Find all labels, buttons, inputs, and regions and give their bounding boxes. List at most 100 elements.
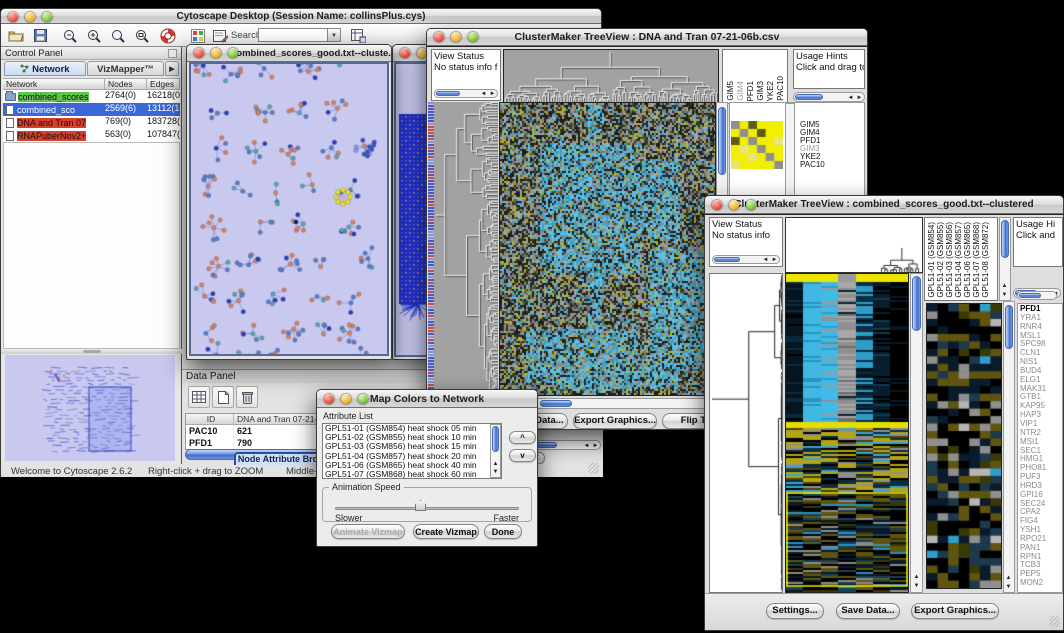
birdseye-overview[interactable] — [5, 355, 175, 461]
tv2-row-dendrogram[interactable] — [709, 273, 783, 593]
export-graphics-button[interactable]: Export Graphics... — [573, 413, 657, 429]
open-folder-icon[interactable] — [7, 27, 25, 44]
minimize-icon[interactable] — [451, 32, 461, 42]
settings-button[interactable]: Settings... — [766, 603, 824, 619]
view-status-hscrollbar[interactable]: ◄► — [434, 89, 498, 98]
column-label[interactable]: PAC10 — [776, 76, 785, 101]
tv1-row-labels[interactable]: GIM5GIM4PFD1GIM3YKE2PAC10 — [800, 121, 825, 169]
tab-overflow-arrow[interactable]: ▶ — [165, 61, 179, 76]
zoom-window-icon[interactable] — [358, 394, 368, 404]
move-up-button[interactable]: ^ — [509, 431, 536, 444]
zoom-out-icon[interactable] — [61, 27, 79, 44]
close-icon[interactable] — [8, 12, 18, 22]
close-icon[interactable] — [324, 394, 334, 404]
attribute-list-vscrollbar[interactable]: ▲▼ — [490, 424, 501, 478]
view-status-hscrollbar[interactable]: ◄► — [712, 255, 780, 264]
tv1-zoom-heatmap[interactable] — [731, 121, 783, 169]
column-label[interactable]: PFD1 — [746, 81, 755, 101]
close-icon[interactable] — [194, 48, 204, 58]
attribute-table-icon[interactable] — [349, 27, 367, 44]
network-canvas[interactable] — [189, 62, 389, 356]
network-titlebar[interactable]: combined_scores_good.txt--cluste... — [187, 45, 391, 62]
attribute-list-item[interactable]: GPL51-07 (GSM868) heat shock 60 min — [323, 470, 501, 479]
main-titlebar[interactable]: Cytoscape Desktop (Session Name: collins… — [1, 9, 601, 24]
tv1-column-labels[interactable]: GIM5GIM4PFD1GIM3YKE2PAC10 — [722, 49, 788, 104]
resize-grip[interactable] — [1049, 616, 1060, 627]
network-list-item[interactable]: combined_scores2764(0)16218(0) — [3, 90, 180, 103]
gene-label[interactable]: MON2 — [1020, 579, 1062, 588]
save-icon[interactable] — [31, 27, 49, 44]
zoom-in-icon[interactable] — [85, 27, 103, 44]
minimize-icon[interactable] — [25, 12, 35, 22]
search-dropdown-icon[interactable]: ▼ — [328, 28, 341, 42]
col-edges[interactable]: Edges — [147, 78, 180, 90]
column-label[interactable]: GIM3 — [756, 81, 765, 101]
tv1-titlebar[interactable]: ClusterMaker TreeView : DNA and Tran 07-… — [427, 29, 867, 46]
close-icon[interactable] — [712, 200, 722, 210]
close-icon[interactable] — [434, 32, 444, 42]
panel-splitter[interactable] — [1, 349, 182, 354]
gene-list-hscrollbar[interactable] — [1017, 291, 1057, 300]
tv2-column-dendrogram[interactable] — [785, 217, 923, 273]
search-input[interactable] — [258, 28, 328, 42]
tab-vizmapper[interactable]: VizMapper™ — [87, 61, 164, 76]
tv2-titlebar[interactable]: ClusterMaker TreeView : combined_scores_… — [705, 196, 1063, 214]
resize-grip[interactable] — [588, 463, 599, 474]
column-label[interactable]: GIM5 — [726, 81, 735, 101]
tv1-column-dendrogram[interactable] — [503, 49, 719, 104]
tv2-zoom-heatmap[interactable] — [926, 303, 1002, 589]
minimize-icon[interactable] — [729, 200, 739, 210]
tv1-usage-hscrollbar[interactable]: ◄► — [793, 92, 865, 102]
network-list-item[interactable]: combined_sco2569(6)13112(15) — [3, 103, 180, 116]
column-label[interactable]: GPL51-01 (GSM854) — [927, 222, 936, 298]
minimize-icon[interactable] — [211, 48, 221, 58]
tv2-column-labels[interactable]: GPL51-01 (GSM854)GPL51-02 (GSM855)GPL51-… — [924, 217, 998, 301]
column-label[interactable]: GPL51-04 (GSM857) — [954, 222, 963, 298]
save-data-button[interactable]: Save Data... — [836, 603, 900, 619]
tab-network[interactable]: Network — [4, 61, 86, 76]
zoom-fit-icon[interactable] — [109, 27, 127, 44]
column-label[interactable]: GIM4 — [736, 81, 745, 101]
column-label[interactable]: YKE2 — [766, 81, 775, 101]
row-label[interactable]: PAC10 — [800, 161, 825, 169]
column-label[interactable]: GPL51-06 (GSM865) — [963, 222, 972, 298]
tv2-collabels-vscrollbar[interactable]: ▲▼ — [999, 217, 1011, 301]
animate-vizmap-button[interactable]: Animate Vizmap — [331, 524, 405, 539]
create-vizmap-button[interactable]: Create Vizmap — [413, 524, 479, 539]
speed-slider-thumb[interactable] — [415, 500, 426, 511]
column-label[interactable]: GPL51-03 (GSM856) — [945, 222, 954, 298]
speed-slider-track[interactable] — [335, 507, 519, 510]
minimize-icon[interactable] — [341, 394, 351, 404]
col-network[interactable]: Network — [3, 78, 105, 90]
zoom-window-icon[interactable] — [468, 32, 478, 42]
annotation-form-icon[interactable] — [211, 27, 229, 44]
id-column-header[interactable]: ID — [186, 414, 234, 424]
tv1-row-dendrogram[interactable] — [434, 102, 498, 394]
dialog-titlebar[interactable]: Map Colors to Network — [317, 390, 537, 408]
network-list-item[interactable]: RNAPuberNov2+563(0)107847(0) — [3, 129, 180, 142]
column-label[interactable]: GPL51-08 (GSM872) — [981, 222, 990, 298]
tv2-global-heatmap[interactable] — [785, 273, 909, 593]
zoom-window-icon[interactable] — [42, 12, 52, 22]
zoom-window-icon[interactable] — [228, 48, 238, 58]
float-panel-icon[interactable] — [168, 49, 177, 58]
network-list-item[interactable]: DNA and Tran 07769(0)183728(0) — [3, 116, 180, 129]
help-lifesaver-icon[interactable] — [159, 27, 177, 44]
side-hscrollbar[interactable]: ◄► — [529, 440, 601, 450]
window-controls[interactable] — [8, 12, 52, 22]
done-button[interactable]: Done — [484, 524, 522, 539]
column-label[interactable]: GPL51-02 (GSM855) — [936, 222, 945, 298]
vizmapper-grid-icon[interactable] — [189, 27, 207, 44]
col-nodes[interactable]: Nodes — [105, 78, 147, 90]
tv1-global-heatmap[interactable] — [499, 102, 716, 396]
delete-attribute-trash-icon[interactable] — [236, 386, 258, 408]
column-label[interactable]: GPL51-07 (GSM868) — [972, 222, 981, 298]
attribute-select-icon[interactable] — [188, 386, 210, 408]
export-graphics-button[interactable]: Export Graphics... — [911, 603, 999, 619]
new-attribute-icon[interactable] — [212, 386, 234, 408]
move-down-button[interactable]: v — [509, 449, 536, 462]
close-icon[interactable] — [400, 48, 410, 58]
tv2-gene-labels-panel[interactable]: PFD1YRA1RNR4MSL1SPC98CLN1NIS1BUD4ELG1MAK… — [1017, 303, 1063, 593]
tv2-heatmap-vscrollbar[interactable]: ▲▼ — [910, 273, 923, 593]
zoom-window-icon[interactable] — [746, 200, 756, 210]
